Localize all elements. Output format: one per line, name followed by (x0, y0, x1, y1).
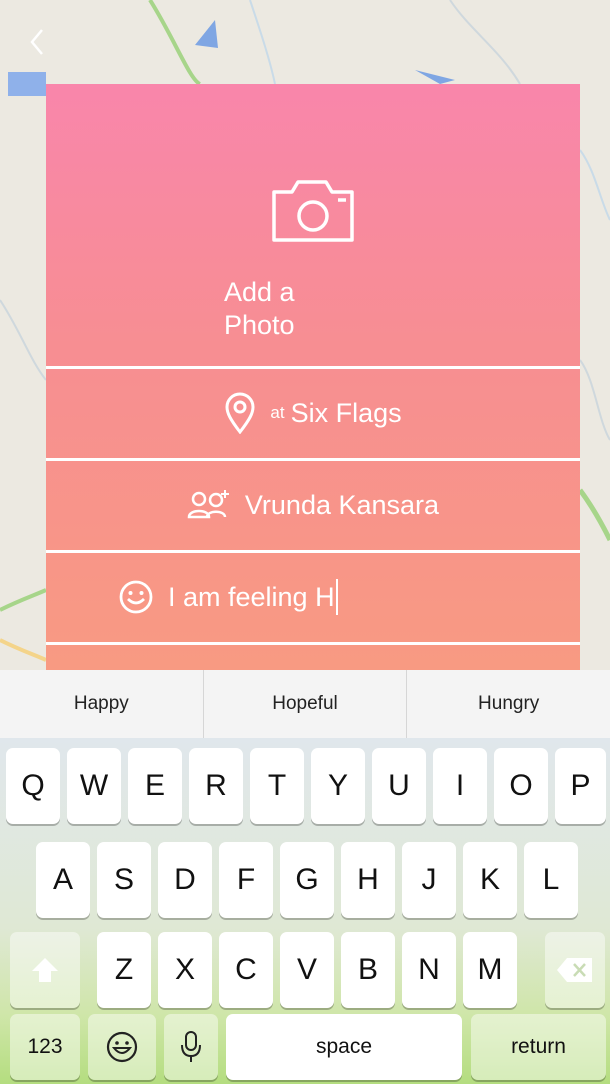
tagged-person: Vrunda Kansara (244, 489, 440, 520)
key-c[interactable]: C (219, 932, 273, 1008)
add-photo-line2: Photo (224, 310, 295, 340)
key-b[interactable]: B (341, 932, 395, 1008)
smiley-icon (118, 579, 154, 615)
suggestion-happy[interactable]: Happy (0, 670, 203, 738)
tag-people-row[interactable]: Vrunda Kansara (46, 461, 580, 549)
key-t[interactable]: T (250, 748, 304, 824)
key-j[interactable]: J (402, 842, 456, 918)
delete-key[interactable] (545, 932, 605, 1008)
tag-people-icon (187, 489, 231, 521)
key-s[interactable]: S (97, 842, 151, 918)
key-x[interactable]: X (158, 932, 212, 1008)
key-h[interactable]: H (341, 842, 395, 918)
key-e[interactable]: E (128, 748, 182, 824)
key-r[interactable]: R (189, 748, 243, 824)
key-q[interactable]: Q (6, 748, 60, 824)
suggestion-hopeful[interactable]: Hopeful (202, 670, 407, 738)
key-g[interactable]: G (280, 842, 334, 918)
key-l[interactable]: L (524, 842, 578, 918)
space-key[interactable]: space (226, 1014, 462, 1080)
key-n[interactable]: N (402, 932, 456, 1008)
location-pin-icon (224, 392, 256, 434)
feeling-input[interactable]: I am feeling H (46, 553, 580, 641)
key-o[interactable]: O (494, 748, 548, 824)
key-k[interactable]: K (463, 842, 517, 918)
chevron-left-icon (30, 29, 43, 55)
key-u[interactable]: U (372, 748, 426, 824)
location-row[interactable]: at Six Flags (46, 369, 580, 457)
numbers-key[interactable]: 123 (10, 1014, 80, 1080)
key-y[interactable]: Y (311, 748, 365, 824)
location-prefix: at (270, 403, 285, 422)
microphone-icon (181, 1031, 201, 1062)
key-i[interactable]: I (433, 748, 487, 824)
key-f[interactable]: F (219, 842, 273, 918)
return-key[interactable]: return (471, 1014, 606, 1080)
post-card: Add a Photo at Six Flags Vrunda Kansara … (46, 84, 580, 670)
shift-key[interactable] (10, 932, 80, 1008)
back-button[interactable] (24, 22, 54, 62)
key-p[interactable]: P (555, 748, 606, 824)
add-photo-label: Add a Photo (224, 276, 364, 342)
shift-icon (32, 958, 58, 982)
backspace-icon (557, 958, 592, 982)
key-w[interactable]: W (67, 748, 121, 824)
text-caret (335, 579, 338, 615)
key-z[interactable]: Z (97, 932, 151, 1008)
key-d[interactable]: D (158, 842, 212, 918)
add-photo-button[interactable]: Add a Photo (46, 84, 580, 366)
feeling-text: I am feeling H (168, 581, 335, 612)
camera-icon (270, 178, 356, 249)
key-m[interactable]: M (463, 932, 517, 1008)
key-v[interactable]: V (280, 932, 334, 1008)
suggestion-bar: Happy Hopeful Hungry (0, 670, 610, 739)
divider (46, 642, 580, 645)
emoji-key[interactable] (88, 1014, 156, 1080)
location-name: Six Flags (290, 397, 402, 428)
emoji-icon (106, 1031, 138, 1063)
dictation-key[interactable] (164, 1014, 218, 1080)
suggestion-hungry[interactable]: Hungry (406, 670, 610, 738)
add-photo-line1: Add a (224, 277, 295, 307)
keyboard: Q W E R T Y U I O P A S D F G H J K L Z … (0, 738, 610, 1084)
key-a[interactable]: A (36, 842, 90, 918)
